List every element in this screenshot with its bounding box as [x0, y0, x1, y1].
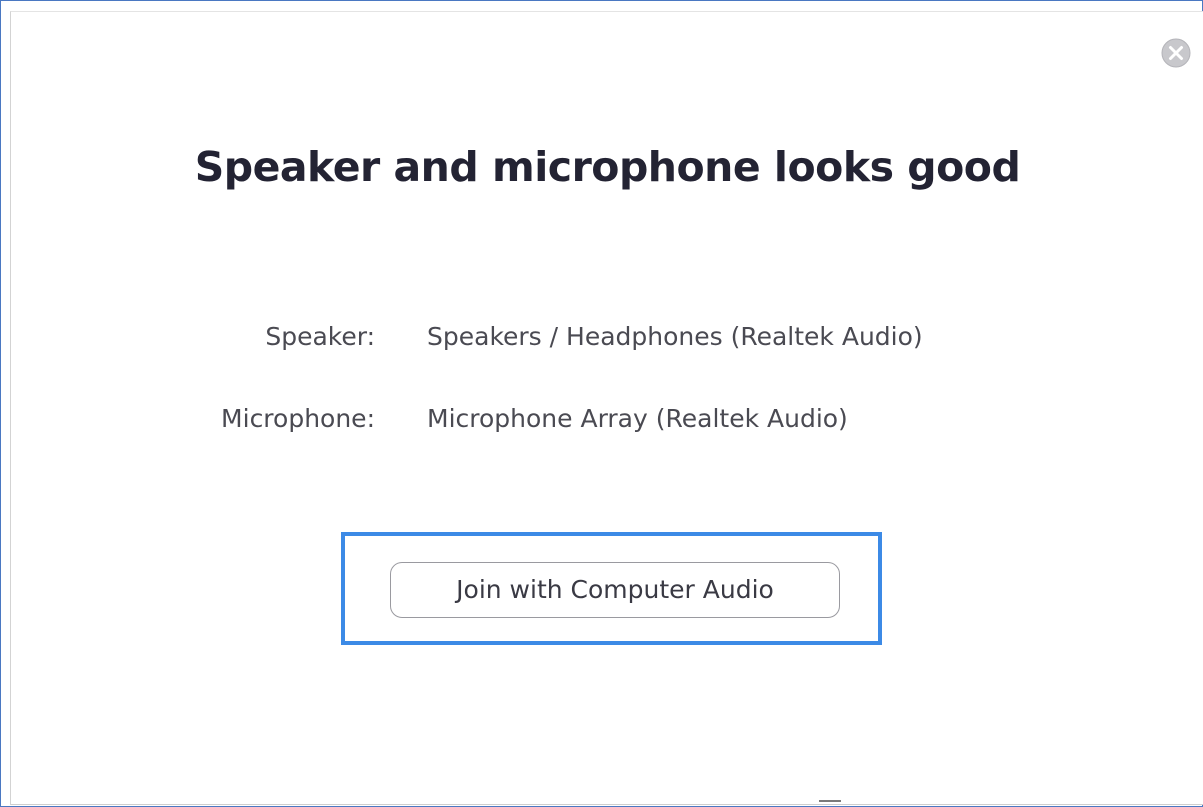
close-button[interactable] — [1159, 36, 1193, 70]
screenshot-frame: Speaker and microphone looks good Speake… — [0, 0, 1203, 807]
close-circle-icon — [1161, 38, 1191, 68]
speaker-row: Speaker: Speakers / Headphones (Realtek … — [11, 322, 1203, 362]
speaker-label: Speaker: — [265, 322, 375, 351]
audio-test-dialog: Speaker and microphone looks good Speake… — [10, 11, 1203, 805]
microphone-row: Microphone: Microphone Array (Realtek Au… — [11, 404, 1203, 444]
speaker-device-name: Speakers / Headphones (Realtek Audio) — [427, 322, 923, 351]
microphone-device-name: Microphone Array (Realtek Audio) — [427, 404, 848, 433]
microphone-label: Microphone: — [221, 404, 375, 433]
bottom-edge-mark — [819, 800, 841, 802]
dialog-title: Speaker and microphone looks good — [194, 143, 1021, 191]
join-with-computer-audio-button[interactable]: Join with Computer Audio — [390, 562, 840, 618]
